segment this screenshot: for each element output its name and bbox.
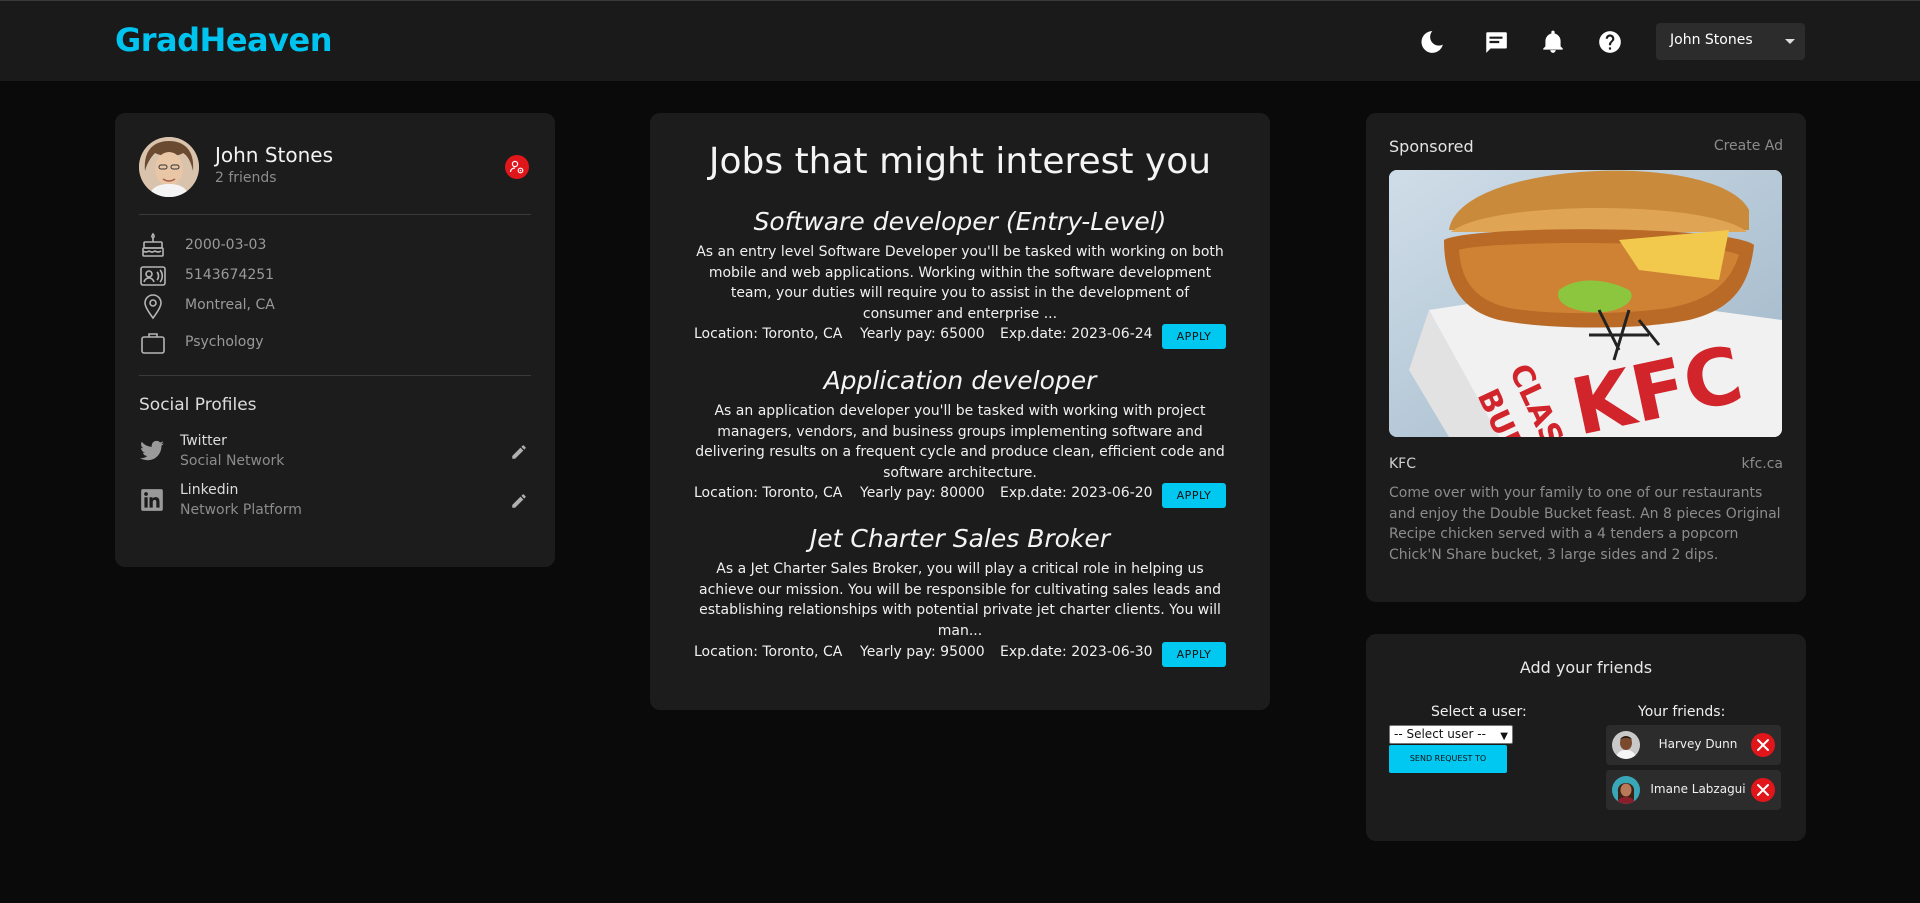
profile-name: John Stones bbox=[215, 143, 334, 167]
job-title[interactable]: Software developer (Entry-Level) bbox=[650, 207, 1270, 236]
avatar bbox=[1612, 776, 1640, 804]
divider bbox=[139, 214, 531, 215]
sponsored-card: Sponsored Create Ad CLASSIC KFC KFC kfc.… bbox=[1366, 113, 1806, 602]
jobs-card: Jobs that might interest you Software de… bbox=[650, 113, 1270, 710]
job-expiry: Exp.date: 2023-06-24 bbox=[1000, 326, 1153, 342]
help-icon[interactable] bbox=[1597, 29, 1623, 55]
apply-button[interactable]: APPLY bbox=[1162, 324, 1226, 349]
friend-name: Harvey Dunn bbox=[1658, 737, 1738, 751]
program-text: Psychology bbox=[185, 334, 264, 350]
avatar bbox=[1612, 731, 1640, 759]
ad-description: Come over with your family to one of our… bbox=[1389, 485, 1781, 563]
profile-card: John Stones 2 friends 2000-03-03 5143674… bbox=[115, 113, 555, 567]
job-title[interactable]: Jet Charter Sales Broker bbox=[650, 524, 1270, 553]
chat-icon[interactable] bbox=[1483, 29, 1509, 55]
job-description: As an application developer you'll be ta… bbox=[695, 403, 1225, 481]
twitter-icon bbox=[139, 438, 165, 464]
divider bbox=[139, 375, 531, 376]
job-location: Location: Toronto, CA bbox=[694, 485, 843, 501]
apply-button[interactable]: APPLY bbox=[1162, 642, 1226, 667]
caret-down-icon bbox=[1785, 39, 1795, 44]
friend-chip[interactable]: Harvey Dunn bbox=[1606, 725, 1781, 765]
apply-button[interactable]: APPLY bbox=[1162, 483, 1226, 508]
top-navbar: GradHeaven John Stones bbox=[0, 0, 1920, 81]
social-linkedin-type: Network Platform bbox=[180, 502, 302, 518]
add-friends-heading: Add your friends bbox=[1519, 658, 1653, 677]
chevron-down-icon: ▼ bbox=[1500, 731, 1508, 742]
friend-chip[interactable]: Imane Labzagui bbox=[1606, 770, 1781, 810]
your-friends-label: Your friends: bbox=[1638, 704, 1726, 720]
social-twitter-type: Social Network bbox=[180, 453, 285, 469]
social-linkedin-name[interactable]: Linkedin bbox=[180, 482, 238, 498]
user-gear-icon bbox=[509, 160, 524, 174]
remove-friend-button[interactable] bbox=[1751, 733, 1775, 757]
briefcase-icon bbox=[139, 329, 167, 357]
birthday-text: 2000-03-03 bbox=[185, 237, 267, 253]
job-pay: Yearly pay: 65000 bbox=[860, 326, 985, 342]
remove-friend-button[interactable] bbox=[1751, 778, 1775, 802]
ad-domain-link[interactable]: kfc.ca bbox=[1742, 456, 1783, 472]
user-menu-label: John Stones bbox=[1670, 32, 1753, 48]
location-pin-icon bbox=[139, 292, 167, 320]
phone-text: 5143674251 bbox=[185, 267, 275, 283]
select-user-value: -- Select user -- bbox=[1394, 727, 1486, 741]
ad-brand: KFC bbox=[1389, 456, 1417, 472]
edit-pencil-icon[interactable] bbox=[510, 492, 528, 510]
sponsored-heading: Sponsored bbox=[1389, 137, 1474, 156]
select-user-label: Select a user: bbox=[1431, 704, 1527, 720]
close-icon bbox=[1757, 784, 1769, 796]
select-user-dropdown[interactable]: -- Select user -- ▼ bbox=[1389, 725, 1513, 744]
job-description: As a Jet Charter Sales Broker, you will … bbox=[699, 561, 1221, 639]
bell-icon[interactable] bbox=[1540, 29, 1566, 55]
social-twitter-name[interactable]: Twitter bbox=[180, 433, 227, 449]
add-friends-card: Add your friends Select a user: -- Selec… bbox=[1366, 634, 1806, 841]
social-profiles-heading: Social Profiles bbox=[139, 395, 257, 415]
job-expiry: Exp.date: 2023-06-30 bbox=[1000, 644, 1153, 660]
create-ad-link[interactable]: Create Ad bbox=[1714, 138, 1783, 154]
close-icon bbox=[1757, 739, 1769, 751]
location-text: Montreal, CA bbox=[185, 297, 275, 313]
friend-name: Imane Labzagui bbox=[1650, 782, 1746, 796]
manage-account-button[interactable] bbox=[505, 155, 529, 179]
edit-pencil-icon[interactable] bbox=[510, 443, 528, 461]
user-menu-dropdown[interactable]: John Stones bbox=[1656, 23, 1805, 60]
moon-icon[interactable] bbox=[1419, 29, 1445, 55]
job-description: As an entry level Software Developer you… bbox=[696, 244, 1224, 322]
job-title[interactable]: Application developer bbox=[650, 366, 1270, 395]
ad-image[interactable]: CLASSIC BURGER KFC bbox=[1389, 170, 1782, 437]
birthday-cake-icon bbox=[139, 231, 167, 259]
app-logo[interactable]: GradHeaven bbox=[115, 21, 332, 59]
jobs-heading: Jobs that might interest you bbox=[708, 141, 1212, 182]
contact-phone-icon bbox=[139, 262, 167, 290]
job-location: Location: Toronto, CA bbox=[694, 326, 843, 342]
friends-count[interactable]: 2 friends bbox=[215, 170, 277, 186]
job-pay: Yearly pay: 80000 bbox=[860, 485, 985, 501]
avatar[interactable] bbox=[139, 137, 199, 197]
job-location: Location: Toronto, CA bbox=[694, 644, 843, 660]
job-expiry: Exp.date: 2023-06-20 bbox=[1000, 485, 1153, 501]
send-request-button[interactable]: SEND REQUEST TO bbox=[1389, 745, 1507, 773]
job-pay: Yearly pay: 95000 bbox=[860, 644, 985, 660]
linkedin-icon bbox=[139, 487, 165, 513]
